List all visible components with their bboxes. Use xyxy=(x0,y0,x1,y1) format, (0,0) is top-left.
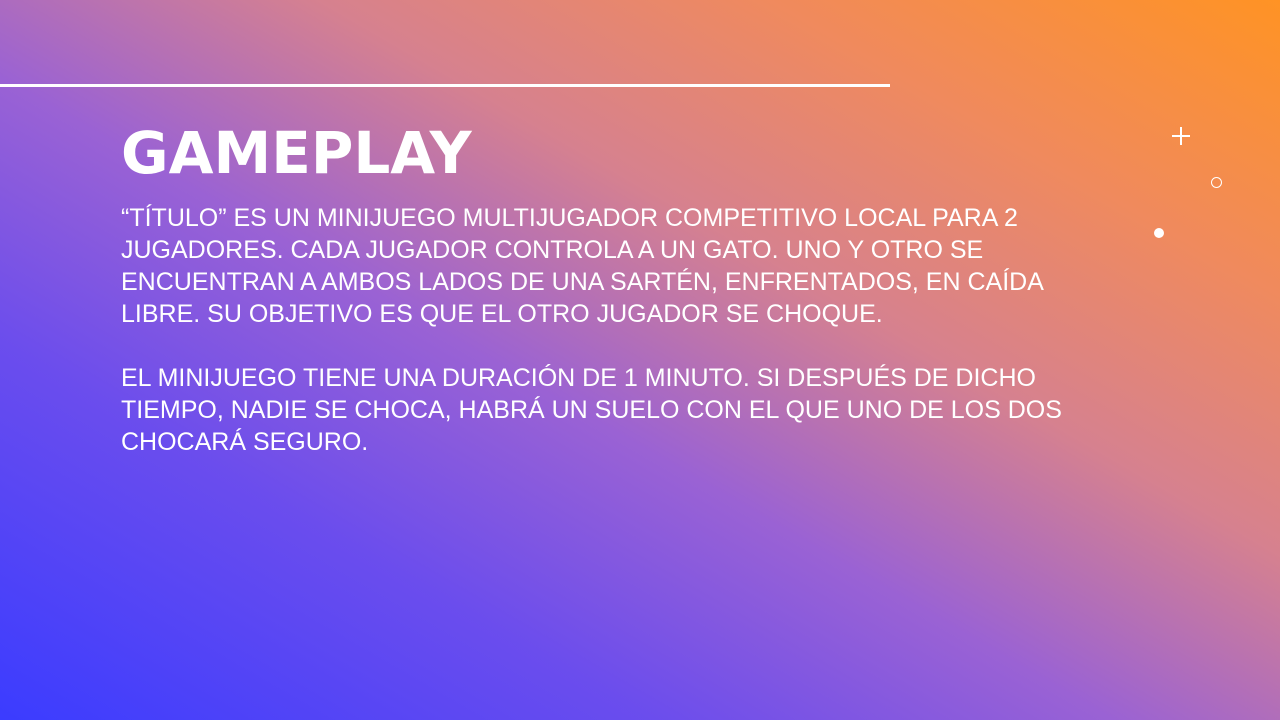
slide: GAMEPLAY “TÍTULO” ES UN MINIJUEGO MULTIJ… xyxy=(0,0,1280,720)
circle-outline-icon xyxy=(1211,177,1222,188)
body-paragraph-2: EL MINIJUEGO TIENE UNA DURACIÓN DE 1 MIN… xyxy=(121,364,1062,456)
body-paragraph-1: “TÍTULO” ES UN MINIJUEGO MULTIJUGADOR CO… xyxy=(121,204,1043,328)
slide-body: “TÍTULO” ES UN MINIJUEGO MULTIJUGADOR CO… xyxy=(121,202,1081,490)
dot-icon xyxy=(1154,228,1164,238)
plus-icon xyxy=(1172,127,1190,145)
top-divider-line xyxy=(0,84,890,87)
slide-title: GAMEPLAY xyxy=(121,119,472,187)
